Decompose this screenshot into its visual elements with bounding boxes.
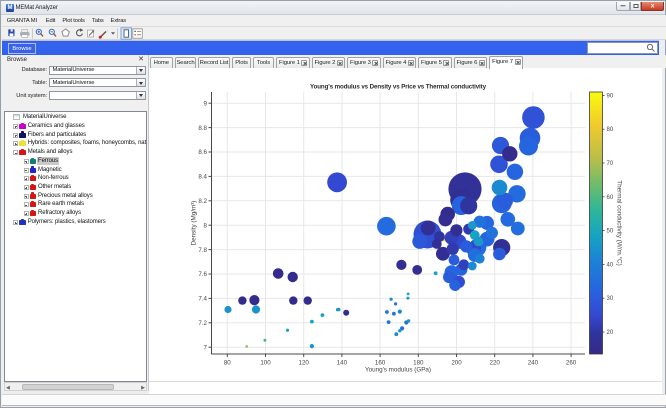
svg-text:40: 40 [607, 262, 614, 268]
svg-text:20: 20 [607, 330, 614, 336]
svg-text:7.4: 7.4 [198, 296, 207, 303]
svg-text:Young's modulus vs Density vs: Young's modulus vs Density vs Price vs T… [310, 84, 487, 91]
svg-text:7.6: 7.6 [198, 271, 207, 278]
svg-text:9: 9 [204, 100, 208, 107]
svg-text:7.8: 7.8 [198, 247, 207, 254]
svg-text:8.4: 8.4 [198, 174, 207, 181]
svg-text:8: 8 [204, 222, 208, 229]
svg-text:260: 260 [566, 360, 577, 367]
svg-text:7: 7 [204, 344, 208, 351]
svg-text:8.2: 8.2 [198, 198, 207, 205]
svg-text:Density (Mg/m³): Density (Mg/m³) [191, 201, 198, 246]
svg-text:60: 60 [607, 195, 614, 201]
svg-text:90: 90 [607, 93, 614, 99]
svg-text:50: 50 [607, 229, 614, 235]
svg-text:180: 180 [413, 360, 424, 367]
svg-text:220: 220 [490, 360, 501, 367]
svg-text:8.8: 8.8 [198, 125, 207, 132]
svg-text:200: 200 [451, 360, 462, 367]
svg-text:7.2: 7.2 [198, 320, 207, 327]
svg-text:160: 160 [375, 360, 386, 367]
svg-text:Young's modulus (GPa): Young's modulus (GPa) [365, 367, 431, 374]
svg-text:240: 240 [528, 360, 539, 367]
svg-text:30: 30 [607, 296, 614, 302]
svg-text:120: 120 [299, 360, 310, 367]
svg-text:Thermal conductivity (W/m.°C): Thermal conductivity (W/m.°C) [616, 180, 624, 265]
svg-text:8.6: 8.6 [198, 149, 207, 156]
svg-text:140: 140 [337, 360, 348, 367]
svg-text:80: 80 [224, 360, 231, 367]
svg-text:100: 100 [260, 360, 271, 367]
svg-text:70: 70 [607, 161, 614, 167]
svg-text:80: 80 [607, 127, 614, 133]
